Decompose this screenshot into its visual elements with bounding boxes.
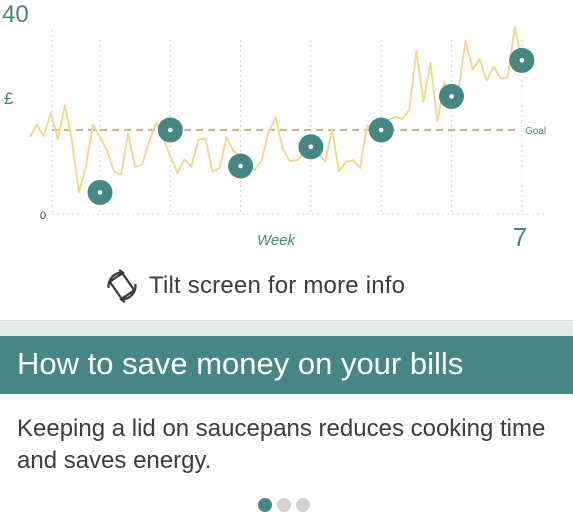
page-indicator[interactable] — [258, 498, 310, 514]
data-point-center-week-4 — [308, 144, 314, 150]
savings-chart-card: Goal 40 £0 Week 7 Tilt screen for more info — [0, 0, 573, 320]
x-end-label: 7 — [513, 222, 527, 252]
y-axis-label: £ — [4, 89, 14, 108]
data-point-center-week-1 — [97, 190, 103, 195]
tilt-hint-text: Tilt screen for more info — [149, 272, 406, 299]
data-point-center-week-5 — [378, 127, 384, 133]
series-line — [28, 25, 523, 194]
page-dot-2[interactable] — [277, 498, 291, 512]
page-dot-3[interactable] — [296, 498, 310, 512]
data-point-center-week-7 — [519, 58, 525, 63]
tip-banner-title: How to save money on your bills — [17, 346, 464, 381]
y-min-label: 0 — [40, 210, 46, 222]
data-point-center-week-3 — [238, 163, 243, 169]
rotate-device-icon — [107, 268, 137, 304]
goal-label: Goal — [525, 126, 546, 137]
x-axis-label: Week — [257, 232, 297, 249]
tip-text: Keeping a lid on saucepans reduces cooki… — [17, 415, 546, 474]
y-max-label: 40 — [2, 1, 29, 28]
page-dot-1[interactable] — [258, 498, 272, 512]
data-point-center-week-6 — [449, 94, 454, 99]
tilt-hint: Tilt screen for more info — [103, 268, 405, 304]
tip-banner: How to save money on your bills — [0, 336, 573, 394]
data-point-center-week-2 — [168, 127, 173, 133]
savings-chart: Goal 40 £0 Week 7 — [2, 1, 546, 252]
section-divider — [0, 320, 573, 337]
